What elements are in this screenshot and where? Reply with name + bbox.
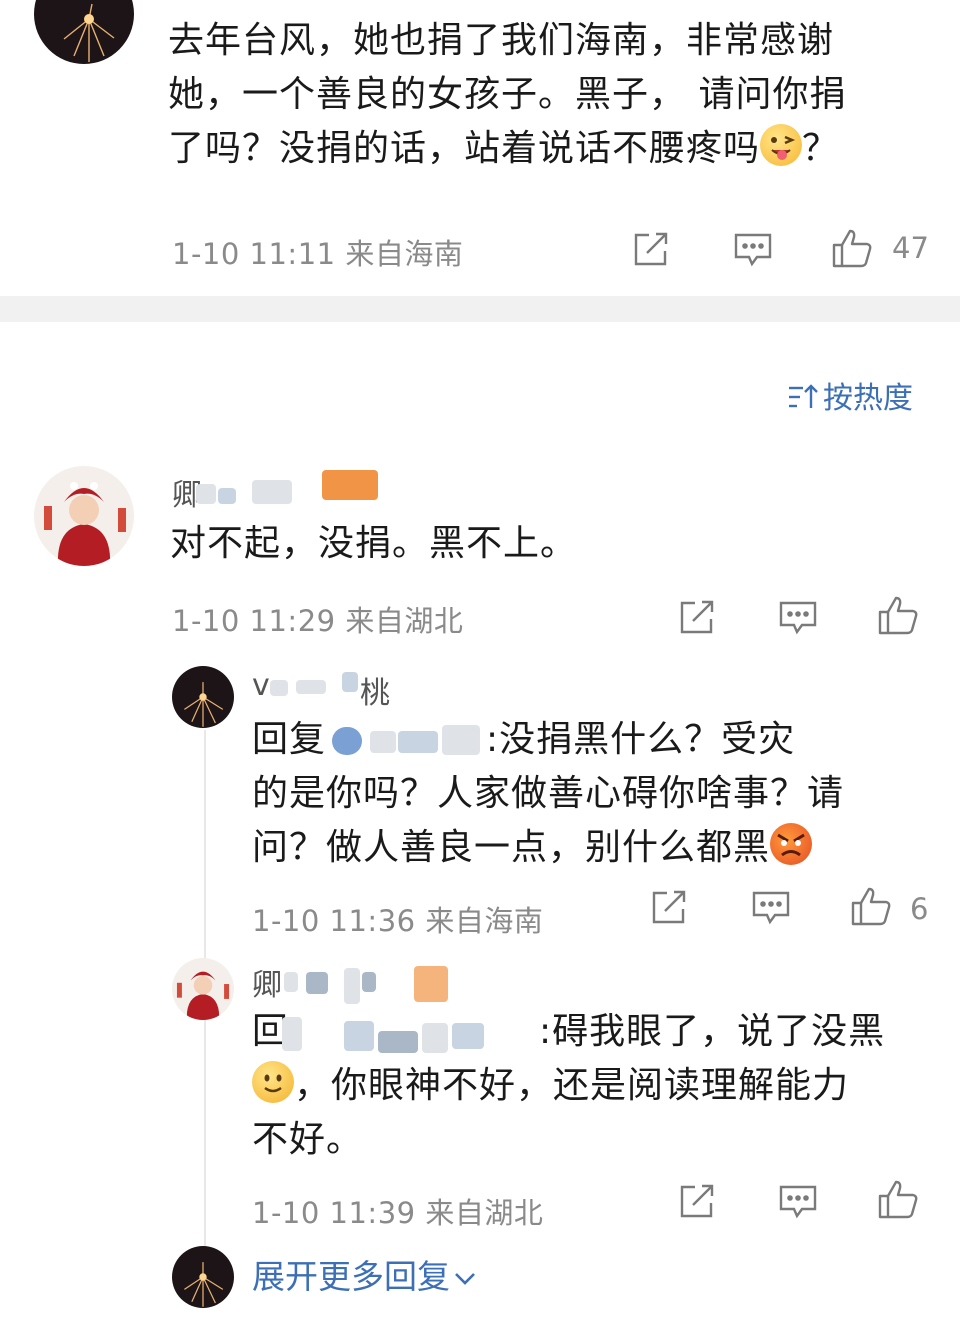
sort-icon — [787, 382, 819, 420]
comment-line: 去年台风，她也捐了我们海南，非常感谢 — [168, 20, 835, 61]
comment-meta: 1-10 11:11 来自海南 — [172, 237, 464, 271]
redacted-name — [296, 680, 326, 694]
reply-line-text: :碍我眼了，说了没黑 — [539, 1011, 886, 1052]
like-icon[interactable] — [877, 1178, 919, 1220]
username-visible: 桃 — [360, 676, 390, 711]
expand-label: 展开更多回复 — [252, 1257, 450, 1296]
redacted-mention — [442, 725, 480, 755]
reply-line-text: :没捐黑什么？受灾 — [486, 719, 796, 760]
username-visible: v — [252, 668, 270, 703]
redacted-name — [362, 972, 376, 992]
reply-prefix: 回复 — [252, 719, 327, 760]
reply-line: 回复 :没捐黑什么？受灾 — [252, 713, 932, 767]
comment-line: 她，一个善良的女孩子。黑子， 请问你捐 — [168, 74, 847, 115]
share-icon[interactable] — [678, 1182, 716, 1220]
avatar[interactable] — [172, 958, 234, 1020]
chevron-down-icon — [454, 1255, 476, 1294]
share-icon[interactable] — [650, 888, 688, 926]
sort-button[interactable]: 按热度 — [787, 373, 913, 420]
smile-emoji-icon — [252, 1061, 294, 1103]
reply-line-text: 问？做人善良一点，别什么都黑 — [252, 827, 771, 868]
like-count: 6 — [910, 892, 929, 926]
comment-icon[interactable] — [778, 600, 818, 636]
redacted-name — [270, 680, 288, 696]
redacted-mention — [378, 1031, 418, 1053]
redacted-name — [342, 672, 358, 692]
username-suffix: 桃 — [360, 668, 390, 712]
tongue-out-emoji-icon — [760, 124, 803, 166]
redacted-mention — [370, 731, 396, 753]
redacted-mention — [398, 731, 438, 753]
share-icon[interactable] — [678, 598, 716, 636]
comment-icon[interactable] — [733, 232, 773, 268]
redacted-mention — [282, 1017, 302, 1051]
redacted-mention — [344, 1021, 374, 1051]
username-visible: 卿 — [252, 968, 282, 1003]
comment-line: 了吗？没捐的话，站着说话不腰疼吗 ？ — [168, 122, 928, 176]
share-icon[interactable] — [632, 230, 670, 268]
redacted-badge — [414, 966, 448, 1002]
avatar[interactable] — [172, 1246, 234, 1308]
redacted-name — [196, 484, 216, 504]
avatar[interactable] — [34, 0, 134, 64]
like-icon[interactable] — [877, 594, 919, 636]
comment-icon[interactable] — [751, 890, 791, 926]
redacted-name — [218, 488, 236, 504]
reply-line: 的是你吗？人家做善心碍你啥事？请 — [252, 773, 845, 814]
comment-line-text: ？ — [802, 128, 840, 169]
section-divider — [0, 296, 960, 322]
like-count: 47 — [892, 231, 929, 265]
avatar[interactable] — [34, 466, 134, 566]
reply-line: ，你眼神不好，还是阅读理解能力 — [252, 1059, 932, 1113]
redacted-name — [306, 972, 328, 994]
redacted-mention — [422, 1023, 448, 1053]
redacted-name — [344, 968, 360, 1004]
reply-line: 回:碍我眼了，说了没黑 — [252, 1005, 932, 1059]
reply-line: 不好。 — [252, 1119, 364, 1160]
like-icon[interactable] — [831, 227, 873, 269]
redacted-badge — [322, 470, 378, 500]
username[interactable]: 卿 — [252, 960, 282, 1004]
comment-line-text: 了吗？没捐的话，站着说话不腰疼吗 — [168, 128, 761, 169]
redacted-mention — [332, 727, 362, 755]
reply-line-text: ，你眼神不好，还是阅读理解能力 — [294, 1065, 850, 1106]
expand-more-replies[interactable]: 展开更多回复 — [252, 1250, 476, 1298]
like-icon[interactable] — [850, 885, 892, 927]
username[interactable]: v — [252, 668, 270, 703]
comment-icon[interactable] — [778, 1184, 818, 1220]
redacted-mention — [452, 1023, 484, 1049]
reply-meta: 1-10 11:39 来自湖北 — [252, 1196, 544, 1230]
comment-text: 去年台风，她也捐了我们海南，非常感谢 她，一个善良的女孩子。黑子， 请问你捐 了… — [168, 14, 928, 176]
reply-text: 回复 :没捐黑什么？受灾 的是你吗？人家做善心碍你啥事？请 问？做人善良一点，别什… — [252, 713, 932, 875]
comment-meta: 1-10 11:29 来自湖北 — [172, 604, 464, 638]
redacted-name — [284, 972, 298, 992]
avatar[interactable] — [172, 666, 234, 728]
reply-text: 回:碍我眼了，说了没黑 ，你眼神不好，还是阅读理解能力 不好。 — [252, 1005, 932, 1167]
redacted-name — [252, 480, 292, 504]
reply-line: 问？做人善良一点，别什么都黑 — [252, 821, 932, 875]
comment-text: 对不起，没捐。黑不上。 — [170, 523, 578, 564]
sort-label: 按热度 — [823, 381, 913, 416]
angry-emoji-icon — [770, 823, 813, 865]
reply-meta: 1-10 11:36 来自海南 — [252, 904, 544, 938]
